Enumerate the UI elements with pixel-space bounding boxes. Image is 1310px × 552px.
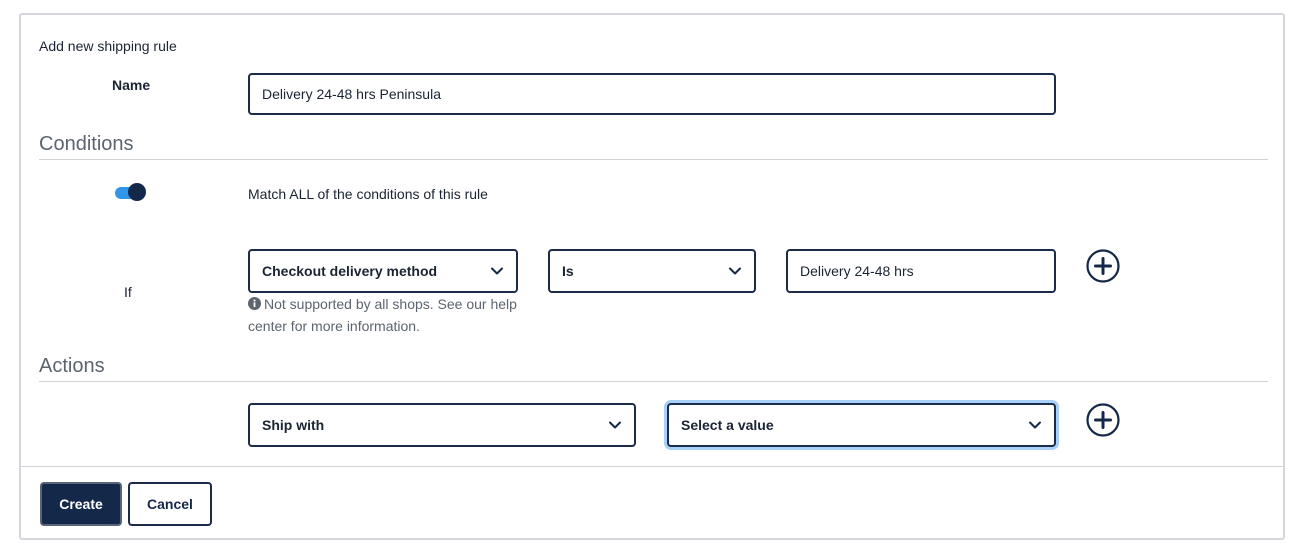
cancel-button[interactable]: Cancel	[128, 482, 212, 526]
condition-field-select[interactable]: Checkout delivery method	[248, 249, 518, 293]
condition-field-select-value: Checkout delivery method	[262, 263, 438, 279]
chevron-down-icon	[1029, 421, 1041, 429]
if-label: If	[124, 284, 132, 300]
add-condition-button[interactable]	[1086, 249, 1120, 283]
toggle-knob	[128, 183, 146, 201]
condition-operator-select[interactable]: Is	[548, 249, 756, 293]
info-icon	[248, 297, 261, 310]
actions-section-title: Actions	[39, 355, 105, 377]
add-action-button[interactable]	[1086, 403, 1120, 437]
conditions-divider	[39, 159, 1268, 160]
match-all-label: Match ALL of the conditions of this rule	[248, 186, 488, 202]
footer-divider	[21, 466, 1283, 467]
action-value-select-value: Select a value	[681, 417, 774, 433]
chevron-down-icon	[609, 421, 621, 429]
conditions-section-title: Conditions	[39, 133, 134, 155]
help-note: Not supported by all shops. See our help…	[248, 293, 528, 337]
condition-value-input[interactable]	[786, 249, 1056, 293]
chevron-down-icon	[491, 267, 503, 275]
action-value-select[interactable]: Select a value	[667, 403, 1056, 447]
shipping-rule-panel: Add new shipping rule Name Conditions Ma…	[19, 13, 1285, 540]
action-type-select[interactable]: Ship with	[248, 403, 636, 447]
create-button[interactable]: Create	[40, 482, 122, 526]
actions-divider	[39, 381, 1268, 382]
panel-title: Add new shipping rule	[39, 38, 177, 54]
condition-operator-select-value: Is	[562, 263, 574, 279]
match-all-toggle[interactable]	[115, 183, 147, 201]
help-note-text: Not supported by all shops. See our help…	[248, 296, 517, 334]
name-input[interactable]	[248, 73, 1056, 115]
name-label: Name	[112, 77, 151, 93]
chevron-down-icon	[729, 267, 741, 275]
action-type-select-value: Ship with	[262, 417, 325, 433]
